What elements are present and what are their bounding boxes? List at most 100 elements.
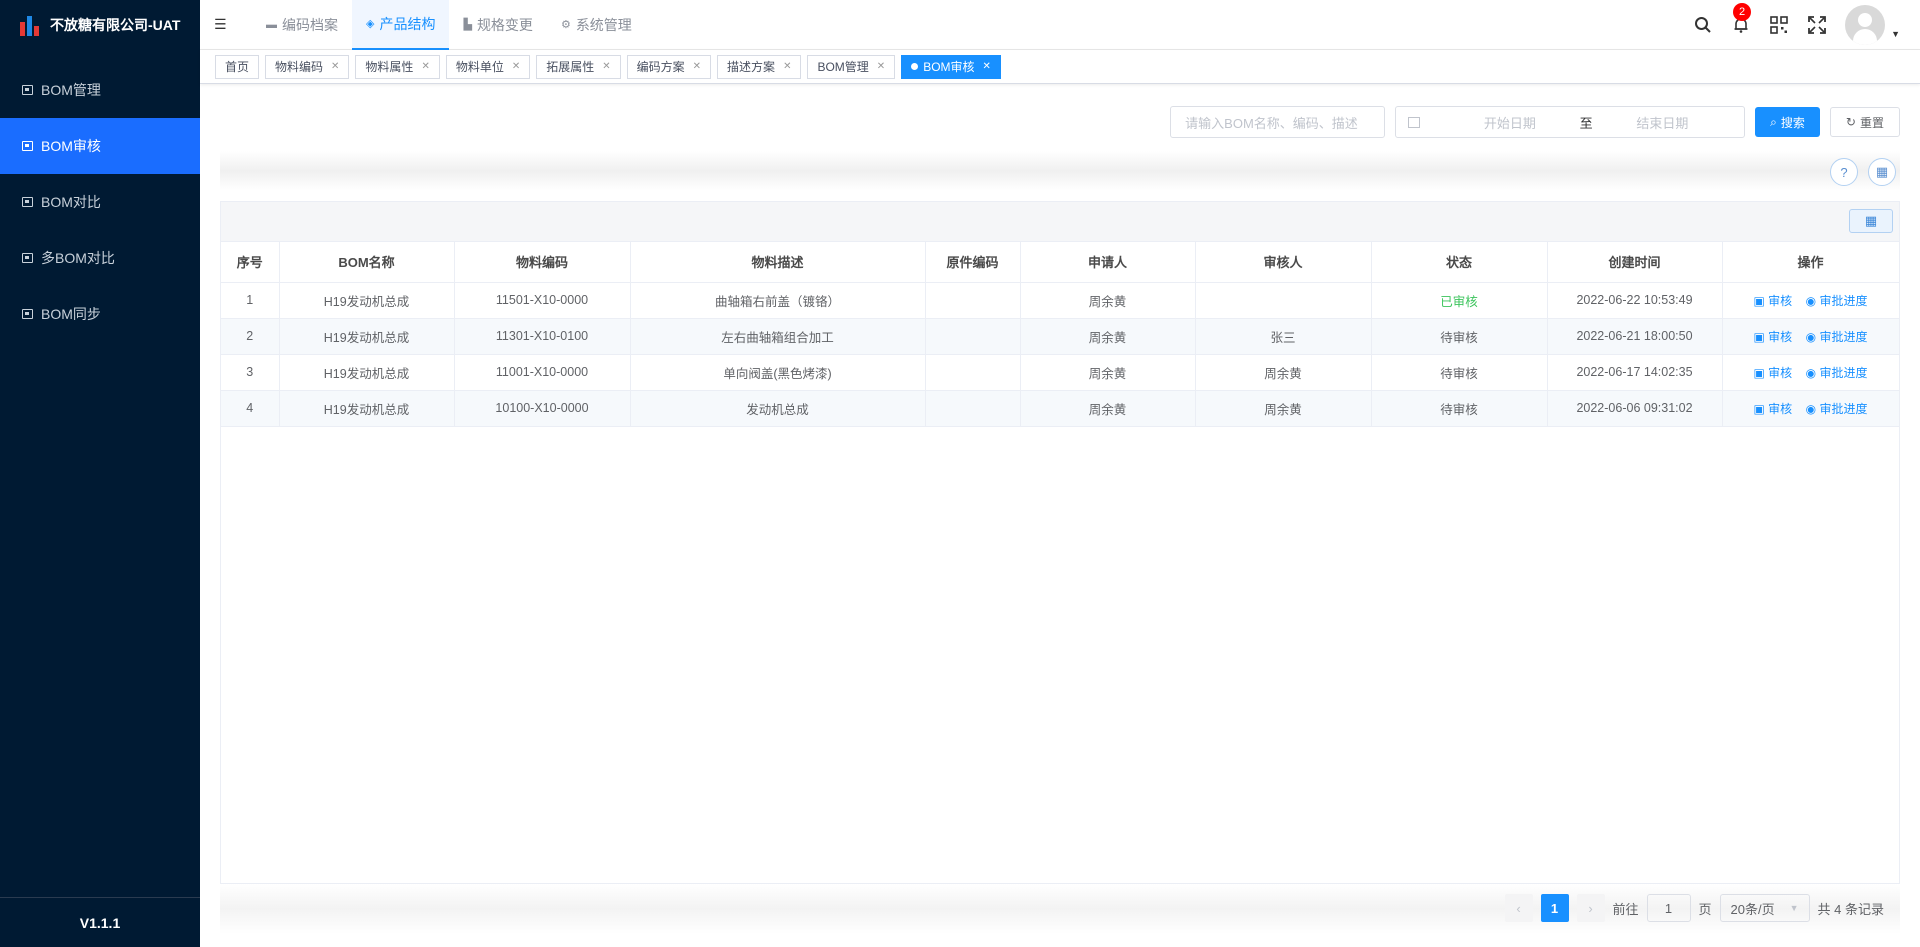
cell-reviewer: 周余黄 (1195, 390, 1372, 427)
cell-material-desc: 左右曲轴箱组合加工 (630, 318, 926, 355)
tag-material-attr[interactable]: 物料属性 ✕ (355, 54, 440, 79)
review-label: 审核 (1768, 365, 1793, 380)
progress-label: 审批进度 (1819, 293, 1868, 308)
review-button[interactable]: ▣ 审核 (1754, 294, 1793, 308)
sidebar-item-bom-manage[interactable]: BOM管理 (0, 62, 200, 118)
nav-item-label: 产品结构 (379, 15, 436, 32)
close-icon[interactable]: ✕ (877, 61, 885, 72)
approval-progress-button[interactable]: ◉ 审批进度 (1806, 402, 1868, 416)
search-button[interactable]: ⌕ 搜索 (1755, 107, 1820, 137)
end-date-input[interactable]: 结束日期 (1593, 113, 1733, 132)
tag-code-scheme[interactable]: 编码方案 ✕ (626, 54, 712, 79)
tag-material-unit[interactable]: 物料单位 ✕ (445, 54, 531, 79)
approval-progress-button[interactable]: ◉ 审批进度 (1806, 330, 1868, 344)
bell-icon[interactable]: 2 (1731, 3, 1752, 35)
tag-label: 描述方案 (727, 60, 776, 74)
cell-material-code: 11301-X10-0100 (454, 318, 631, 355)
tag-label: BOM管理 (817, 60, 869, 74)
col-header: 申请人 (1020, 242, 1196, 283)
table-row[interactable]: 2 H19发动机总成 11301-X10-0100 左右曲轴箱组合加工 周余黄 … (221, 318, 1900, 355)
search-form: 请输入BOM名称、编码、描述 开始日期 至 结束日期 ⌕ 搜索 ↻ 重置 (1170, 106, 1900, 138)
reset-button[interactable]: ↻ 重置 (1829, 107, 1900, 137)
tag-ext-attr[interactable]: 拓展属性 ✕ (536, 54, 621, 79)
col-header: 物料描述 (630, 242, 926, 283)
close-icon[interactable]: ✕ (783, 61, 791, 72)
sidebar-item-bom-compare[interactable]: BOM对比 (0, 174, 200, 230)
review-button[interactable]: ▣ 审核 (1754, 330, 1793, 344)
search-icon[interactable] (1693, 15, 1713, 35)
cell-reviewer: 张三 (1195, 318, 1372, 355)
cell-actions: ▣ 审核 ◉ 审批进度 (1722, 282, 1900, 319)
eye-icon: ◉ (1805, 293, 1820, 308)
table-row[interactable]: 4 H19发动机总成 10100-X10-0000 发动机总成 周余黄 周余黄 … (221, 390, 1900, 427)
tag-home[interactable]: 首页 (215, 54, 260, 79)
top-nav: ▬ 编码档案 ◈ 产品结构 ▙ 规格变更 ⚙ 系统管理 (252, 0, 646, 50)
review-label: 审核 (1768, 401, 1793, 416)
cell-applicant: 周余黄 (1020, 282, 1196, 319)
status-badge: 已审核 (1371, 282, 1548, 319)
qrcode-icon[interactable] (1769, 15, 1789, 35)
pagination: ‹ 1 › 前往 1 页 20条/页 ▼ 共 4 条记录 (1504, 894, 1884, 922)
grid-view-icon[interactable]: ▦ (1849, 209, 1893, 233)
nav-item-spec-change[interactable]: ▙ 规格变更 (449, 0, 546, 50)
close-icon[interactable]: ✕ (602, 61, 610, 72)
table-header-row: 序号 BOM名称 物料编码 物料描述 原件编码 申请人 审核人 状态 创建时间 … (221, 242, 1900, 283)
progress-label: 审批进度 (1819, 401, 1868, 416)
review-label: 审核 (1768, 329, 1793, 344)
sidebar-item-label: BOM审核 (41, 138, 101, 154)
cell-material-desc: 单向阀盖(黑色烤漆) (630, 354, 926, 391)
chart-icon: ▙ (463, 19, 472, 31)
refresh-icon: ↻ (1845, 115, 1856, 129)
tag-material-code[interactable]: 物料编码 ✕ (265, 54, 350, 79)
close-icon[interactable]: ✕ (983, 61, 991, 72)
folder-icon (22, 309, 33, 319)
nav-item-code-archive[interactable]: ▬ 编码档案 (252, 0, 352, 50)
help-icon[interactable]: ? (1830, 158, 1858, 186)
start-date-input[interactable]: 开始日期 (1440, 113, 1580, 132)
nav-item-system-manage[interactable]: ⚙ 系统管理 (547, 0, 646, 50)
menu-fold-icon[interactable]: ☰ (214, 16, 242, 33)
tag-bom-review[interactable]: BOM审核 ✕ (901, 54, 1001, 79)
avatar[interactable] (1845, 5, 1886, 45)
folder-icon (22, 141, 33, 151)
tag-label: 物料属性 (365, 60, 414, 74)
sidebar-item-multi-bom-compare[interactable]: 多BOM对比 (0, 230, 200, 286)
approval-progress-button[interactable]: ◉ 审批进度 (1806, 366, 1868, 380)
table-row[interactable]: 3 H19发动机总成 11001-X10-0000 单向阀盖(黑色烤漆) 周余黄… (221, 354, 1900, 391)
save-icon: ▣ (1753, 365, 1769, 380)
tag-desc-scheme[interactable]: 描述方案 ✕ (717, 54, 802, 79)
close-icon[interactable]: ✕ (421, 61, 429, 72)
calculator-icon[interactable]: ▦ (1868, 158, 1896, 186)
nav-item-label: 编码档案 (282, 16, 338, 33)
close-icon[interactable]: ✕ (331, 61, 339, 72)
cell-material-code: 11001-X10-0000 (454, 354, 631, 391)
version-label: V1.1.1 (0, 897, 200, 947)
next-page-button[interactable]: › (1576, 894, 1605, 922)
approval-progress-button[interactable]: ◉ 审批进度 (1806, 294, 1868, 308)
nav-item-product-structure[interactable]: ◈ 产品结构 (352, 0, 450, 50)
sidebar-item-bom-review[interactable]: BOM审核 (0, 118, 200, 174)
review-button[interactable]: ▣ 审核 (1754, 402, 1793, 416)
cell-applicant: 周余黄 (1020, 390, 1196, 427)
tag-bom-manage[interactable]: BOM管理 ✕ (807, 54, 896, 79)
cell-material-code: 10100-X10-0000 (454, 390, 631, 427)
table-row[interactable]: 1 H19发动机总成 11501-X10-0000 曲轴箱右前盖（镀铬） 周余黄… (221, 282, 1900, 319)
page-number-current[interactable]: 1 (1540, 894, 1569, 922)
goto-page-input[interactable]: 1 (1646, 894, 1691, 922)
close-icon[interactable]: ✕ (512, 61, 520, 72)
close-icon[interactable]: ✕ (693, 61, 701, 72)
page-size-select[interactable]: 20条/页 ▼ (1719, 894, 1810, 922)
chevron-down-icon[interactable]: ▼ (1891, 29, 1900, 39)
review-button[interactable]: ▣ 审核 (1754, 366, 1793, 380)
fullscreen-icon[interactable] (1807, 15, 1827, 35)
date-range-picker[interactable]: 开始日期 至 结束日期 (1395, 106, 1746, 138)
cell-bom-name: H19发动机总成 (279, 282, 455, 319)
sidebar: 不放糖有限公司-UAT BOM管理 BOM审核 BOM对比 多BOM对比 BOM… (0, 0, 200, 947)
status-badge: 待审核 (1371, 390, 1548, 427)
search-input[interactable]: 请输入BOM名称、编码、描述 (1170, 106, 1386, 138)
cell-actions: ▣ 审核 ◉ 审批进度 (1722, 318, 1900, 355)
folder-icon (22, 197, 33, 207)
prev-page-button[interactable]: ‹ (1504, 894, 1533, 922)
sidebar-item-bom-sync[interactable]: BOM同步 (0, 286, 200, 342)
folder-icon (22, 253, 33, 263)
